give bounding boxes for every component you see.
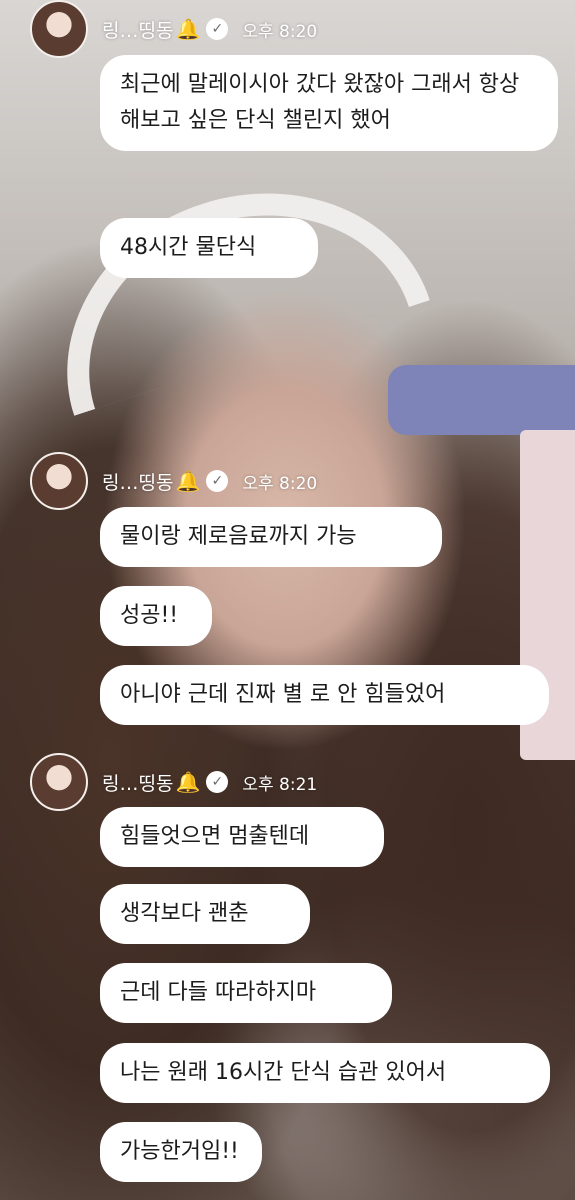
message-group-header: 링…띵동 🔔 ✓ 오후 8:20 xyxy=(30,0,317,58)
bell-icon: 🔔 xyxy=(175,469,201,493)
avatar[interactable] xyxy=(30,0,88,58)
chat-bubble[interactable]: 최근에 말레이시아 갔다 왔잖아 그래서 항상 해보고 싶은 단식 챌린지 했어 xyxy=(100,55,558,151)
chat-bubble[interactable]: 물이랑 제로음료까지 가능 xyxy=(100,507,442,567)
timestamp: 오후 8:21 xyxy=(242,774,318,795)
chat-bubble[interactable]: 나는 원래 16시간 단식 습관 있어서 xyxy=(100,1043,550,1103)
verified-check-icon: ✓ xyxy=(206,470,229,492)
bell-icon: 🔔 xyxy=(175,770,201,794)
sender-name: 링…띵동 xyxy=(102,471,174,494)
chat-bubble[interactable]: 48시간 물단식 xyxy=(100,218,318,278)
chat-bubble[interactable]: 아니야 근데 진짜 별 로 안 힘들었어 xyxy=(100,665,549,725)
chat-bubble[interactable]: 생각보다 괜춘 xyxy=(100,884,310,944)
verified-check-icon: ✓ xyxy=(206,18,229,40)
bell-icon: 🔔 xyxy=(175,17,201,41)
sender-name: 링…띵동 xyxy=(102,19,174,42)
timestamp: 오후 8:20 xyxy=(242,21,318,42)
message-group-header: 링…띵동 🔔 ✓ 오후 8:21 xyxy=(30,753,317,811)
chat-bubble[interactable]: 성공!! xyxy=(100,586,212,646)
timestamp: 오후 8:20 xyxy=(242,473,318,494)
redaction-bar xyxy=(388,365,575,435)
avatar[interactable] xyxy=(30,753,88,811)
chat-bubble[interactable]: 힘들엇으면 멈출텐데 xyxy=(100,807,384,867)
chat-bubble[interactable]: 근데 다들 따라하지마 xyxy=(100,963,392,1023)
sender-name: 링…띵동 xyxy=(102,772,174,795)
verified-check-icon: ✓ xyxy=(206,771,229,793)
avatar[interactable] xyxy=(30,452,88,510)
chat-bubble[interactable]: 가능한거임!! xyxy=(100,1122,262,1182)
message-group-header: 링…띵동 🔔 ✓ 오후 8:20 xyxy=(30,452,317,510)
